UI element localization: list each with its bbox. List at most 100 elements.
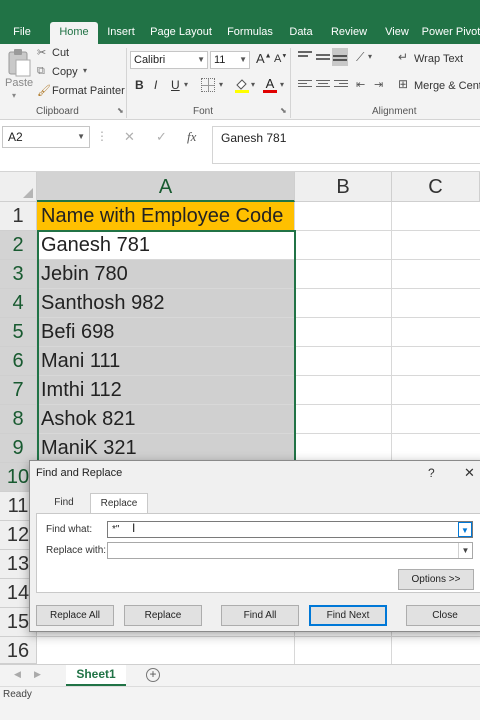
status-bar: Ready: [0, 686, 480, 720]
row-header[interactable]: 7: [0, 376, 37, 405]
column-header-a[interactable]: A: [37, 172, 295, 202]
paste-button[interactable]: Paste: [5, 77, 33, 89]
find-next-button[interactable]: Find Next: [309, 605, 387, 626]
merge-center-button[interactable]: Merge & Cente: [414, 80, 480, 92]
align-center-icon[interactable]: [316, 80, 330, 90]
shrink-font-button[interactable]: A▼: [274, 53, 287, 65]
row-header[interactable]: 9: [0, 434, 37, 463]
add-sheet-icon[interactable]: +: [146, 668, 160, 682]
name-box[interactable]: A2 ▼: [2, 126, 90, 148]
chevron-down-icon: ▼: [197, 55, 205, 64]
align-right-icon[interactable]: [334, 80, 348, 90]
cell-a1[interactable]: Name with Employee Code: [37, 202, 295, 231]
italic-button[interactable]: I: [154, 78, 157, 92]
copy-dropdown-icon[interactable]: ▾: [83, 66, 87, 75]
clipboard-launcher-icon[interactable]: ⬊: [117, 106, 124, 115]
cell-a3[interactable]: Jebin 780: [37, 260, 295, 289]
orientation-icon[interactable]: ⟋: [356, 50, 364, 65]
dialog-title: Find and Replace: [36, 467, 123, 479]
replace-with-input[interactable]: ▼: [107, 542, 473, 559]
orientation-dropdown-icon[interactable]: ▾: [368, 52, 372, 61]
ribbon-tab-bar: File Home Insert Page Layout Formulas Da…: [0, 0, 480, 44]
tab-page-layout[interactable]: Page Layout: [146, 22, 216, 44]
cell-a4[interactable]: Santhosh 982: [37, 289, 295, 318]
select-all-triangle-icon: [23, 188, 33, 198]
status-text: Ready: [3, 689, 32, 700]
column-header-c[interactable]: C: [392, 172, 480, 202]
font-color-button[interactable]: A: [262, 76, 278, 94]
borders-icon[interactable]: [201, 78, 215, 92]
font-color-swatch: [263, 90, 277, 93]
tab-find[interactable]: Find: [44, 493, 84, 514]
tab-insert[interactable]: Insert: [100, 22, 142, 44]
grow-font-button[interactable]: A▲: [256, 51, 272, 66]
replace-button[interactable]: Replace: [124, 605, 202, 626]
row-header[interactable]: 6: [0, 347, 37, 376]
font-color-dropdown-icon[interactable]: ▾: [280, 80, 284, 89]
wrap-text-button[interactable]: Wrap Text: [414, 53, 463, 65]
paste-icon[interactable]: [6, 48, 32, 78]
tab-data[interactable]: Data: [282, 22, 320, 44]
cell-a8[interactable]: Ashok 821: [37, 405, 295, 434]
sheet-tab-sheet1[interactable]: Sheet1: [66, 665, 126, 687]
enter-checkmark-icon[interactable]: ✓: [156, 129, 167, 145]
formula-input[interactable]: Ganesh 781: [212, 126, 480, 164]
borders-dropdown-icon[interactable]: ▾: [219, 80, 223, 89]
insert-function-button[interactable]: fx: [187, 129, 196, 145]
help-button[interactable]: ?: [428, 466, 435, 480]
scroll-right-icon[interactable]: ▶: [34, 669, 41, 680]
tab-file[interactable]: File: [4, 22, 40, 44]
cell-a2-active[interactable]: Ganesh 781: [37, 231, 295, 260]
font-size-select[interactable]: 11 ▼: [210, 51, 250, 69]
replace-all-button[interactable]: Replace All: [36, 605, 114, 626]
cell-a9[interactable]: ManiK 321: [37, 434, 295, 463]
close-button[interactable]: Close: [406, 605, 480, 626]
close-icon[interactable]: ✕: [464, 465, 475, 481]
replace-with-label: Replace with:: [46, 545, 107, 556]
font-launcher-icon[interactable]: ⬊: [280, 106, 287, 115]
cell-a6[interactable]: Mani 111: [37, 347, 295, 376]
cell-a7[interactable]: Imthi 112: [37, 376, 295, 405]
cut-button[interactable]: Cut: [52, 47, 69, 59]
decrease-indent-icon[interactable]: ⇤: [356, 78, 365, 91]
chevron-down-icon[interactable]: ▼: [458, 522, 472, 537]
cell-a5[interactable]: Befi 698: [37, 318, 295, 347]
options-button[interactable]: Options >>: [398, 569, 474, 590]
row-header[interactable]: 4: [0, 289, 37, 318]
fill-color-dropdown-icon[interactable]: ▾: [251, 80, 255, 89]
underline-dropdown-icon[interactable]: ▾: [184, 80, 188, 89]
align-middle-icon[interactable]: [316, 51, 330, 63]
format-painter-button[interactable]: Format Painter: [52, 85, 125, 97]
align-left-icon[interactable]: [298, 80, 312, 90]
select-all-corner[interactable]: [0, 172, 37, 202]
tab-formulas[interactable]: Formulas: [222, 22, 278, 44]
row-header[interactable]: 16: [0, 637, 37, 664]
tab-replace[interactable]: Replace: [90, 493, 148, 514]
column-header-b[interactable]: B: [295, 172, 392, 202]
row-header[interactable]: 3: [0, 260, 37, 289]
row-header[interactable]: 5: [0, 318, 37, 347]
scroll-left-icon[interactable]: ◀: [14, 669, 21, 680]
row-header[interactable]: 1: [0, 202, 37, 231]
tab-review[interactable]: Review: [324, 22, 374, 44]
row-header[interactable]: 2: [0, 231, 37, 260]
find-what-input[interactable]: *" I ▼: [107, 521, 473, 538]
find-all-button[interactable]: Find All: [221, 605, 299, 626]
tab-view[interactable]: View: [380, 22, 414, 44]
tab-power-pivot[interactable]: Power Pivot: [420, 22, 480, 44]
chevron-down-icon[interactable]: ▼: [458, 543, 472, 558]
copy-button[interactable]: Copy: [52, 66, 78, 78]
fill-color-icon[interactable]: [234, 77, 250, 93]
align-bottom-icon[interactable]: [332, 48, 348, 66]
underline-button[interactable]: U: [171, 78, 180, 92]
font-group-label: Font: [193, 106, 214, 117]
row-header[interactable]: 8: [0, 405, 37, 434]
paste-dropdown-icon[interactable]: ▾: [12, 91, 16, 100]
bold-button[interactable]: B: [135, 78, 144, 92]
font-family-select[interactable]: Calibri ▼: [130, 51, 208, 69]
tab-home[interactable]: Home: [50, 22, 98, 44]
alignment-group-label: Alignment: [372, 106, 417, 117]
increase-indent-icon[interactable]: ⇥: [374, 78, 383, 91]
align-top-icon[interactable]: [298, 51, 312, 63]
cancel-icon[interactable]: ✕: [124, 129, 135, 145]
